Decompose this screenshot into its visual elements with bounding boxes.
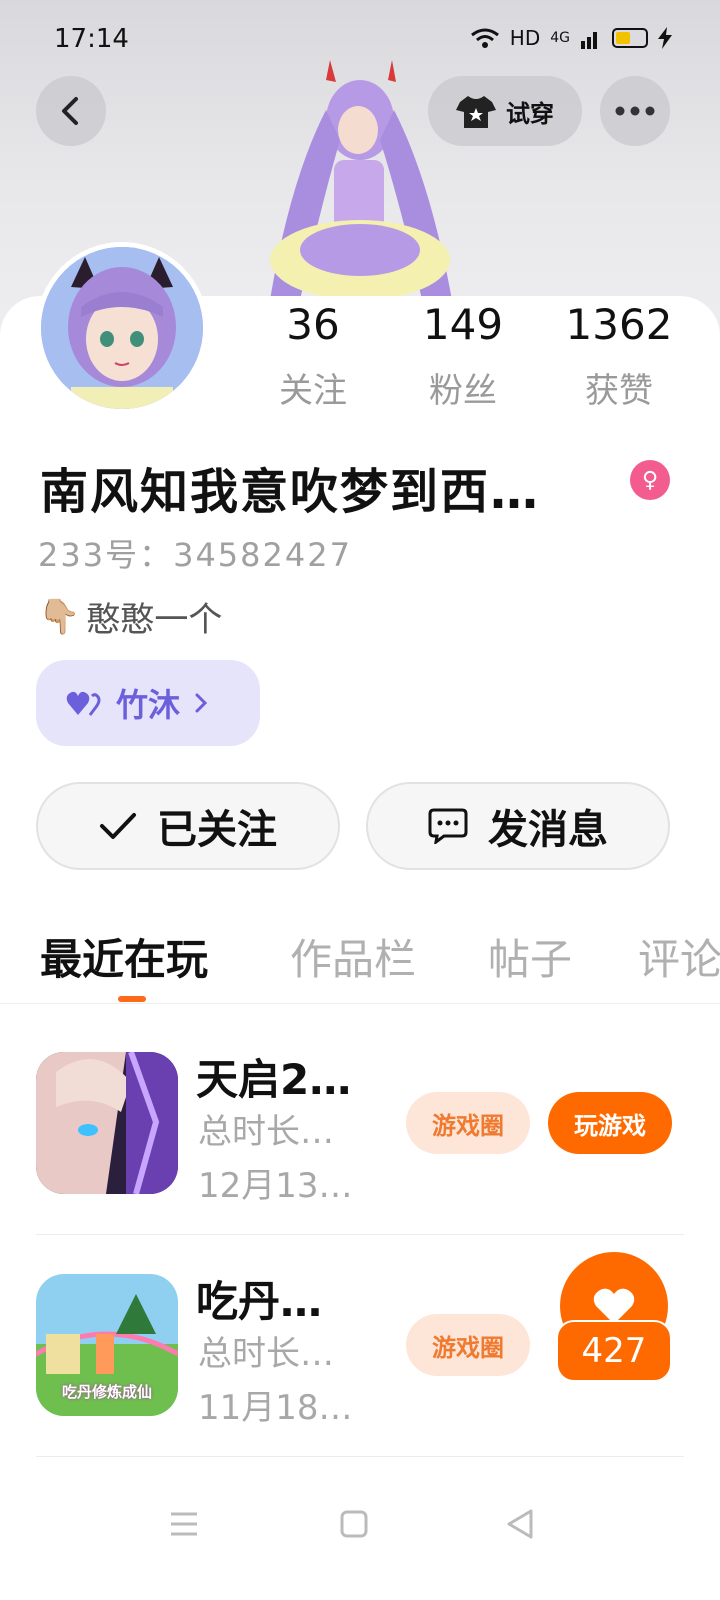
game-thumbnail xyxy=(36,1052,178,1194)
more-options-button[interactable] xyxy=(600,76,670,146)
tab-comments[interactable]: 评论 xyxy=(638,926,720,987)
list-divider xyxy=(36,1456,684,1457)
list-divider xyxy=(36,1234,684,1235)
try-on-button[interactable]: 试穿 xyxy=(428,76,582,146)
game-circle-button[interactable]: 游戏圈 xyxy=(406,1314,530,1376)
signal-label: 4G xyxy=(550,30,570,46)
partner-name: 竹沐 xyxy=(116,686,181,724)
avatar[interactable] xyxy=(36,242,208,414)
play-game-button[interactable]: 玩游戏 xyxy=(548,1092,672,1154)
stat-followers-label: 粉丝 xyxy=(429,371,497,411)
chevron-right-icon xyxy=(195,693,208,713)
avatar-image xyxy=(41,247,203,409)
game-title: 吃丹… xyxy=(196,1277,323,1326)
status-icons: HD 4G xyxy=(470,26,672,50)
more-dots-icon xyxy=(615,106,655,116)
stat-likes[interactable]: 1362 获赞 xyxy=(544,300,694,412)
stat-likes-count: 1362 xyxy=(565,300,673,349)
pointing-down-emoji-icon: 👇🏼 xyxy=(38,596,81,637)
tshirt-icon xyxy=(456,96,496,128)
like-count: 427 xyxy=(556,1320,672,1382)
user-id[interactable]: 233号：34582427 xyxy=(38,530,352,576)
home-nav-icon[interactable] xyxy=(334,1504,374,1544)
game-total-duration: 总时长… xyxy=(198,1334,334,1374)
tab-works[interactable]: 作品栏 xyxy=(290,926,416,987)
back-button[interactable] xyxy=(36,76,106,146)
chevron-left-icon xyxy=(62,97,78,125)
bio-text: 憨憨一个 xyxy=(86,600,223,640)
bio: 👇🏼 憨憨一个 xyxy=(38,592,222,641)
battery-icon xyxy=(612,28,648,48)
game-circle-button[interactable]: 游戏圈 xyxy=(406,1092,530,1154)
profile-username: 南风知我意吹梦到西… xyxy=(40,464,541,520)
stat-following-count: 36 xyxy=(286,300,340,349)
network-label: HD xyxy=(509,26,541,50)
game-total-duration: 总时长… xyxy=(198,1112,334,1152)
game-title: 天启2… xyxy=(196,1055,352,1104)
profile-tabs: 最近在玩 作品栏 帖子 评论 xyxy=(0,920,720,1004)
status-bar: 17:14 HD 4G xyxy=(0,0,720,80)
double-heart-icon xyxy=(66,691,101,716)
send-message-label: 发消息 xyxy=(488,807,608,853)
following-label: 已关注 xyxy=(157,807,277,853)
signal-icon xyxy=(581,32,597,49)
partner-chip[interactable]: 竹沐 xyxy=(36,660,260,746)
try-on-label: 试穿 xyxy=(506,99,554,128)
game-thumbnail-caption: 吃丹修炼成仙 xyxy=(61,1383,152,1401)
following-button[interactable]: 已关注 xyxy=(36,782,340,870)
stat-following[interactable]: 36 关注 xyxy=(238,300,388,412)
tab-recently-played[interactable]: 最近在玩 xyxy=(40,926,208,987)
stat-followers-count: 149 xyxy=(422,300,504,349)
game-list-item[interactable]: 天启2… 总时长… 12月13… 游戏圈 玩游戏 xyxy=(36,1036,684,1256)
back-nav-icon[interactable] xyxy=(500,1504,540,1544)
charging-icon xyxy=(658,27,672,49)
menu-nav-icon[interactable] xyxy=(164,1504,204,1544)
wifi-icon xyxy=(470,28,499,48)
stat-likes-label: 获赞 xyxy=(585,371,653,411)
send-message-button[interactable]: 发消息 xyxy=(366,782,670,870)
status-time: 17:14 xyxy=(54,24,129,54)
game-last-played-date: 12月13… xyxy=(198,1166,353,1206)
chat-bubble-icon xyxy=(428,808,468,844)
female-gender-icon: ♀ xyxy=(630,460,670,500)
active-tab-indicator xyxy=(118,996,146,1002)
stat-followers[interactable]: 149 粉丝 xyxy=(388,300,538,412)
game-thumbnail: 吃丹修炼成仙 xyxy=(36,1274,178,1416)
floating-like-button[interactable]: 427 xyxy=(548,1252,672,1382)
checkmark-icon xyxy=(100,813,136,839)
stat-following-label: 关注 xyxy=(279,371,347,411)
tab-posts[interactable]: 帖子 xyxy=(488,926,572,987)
game-last-played-date: 11月18… xyxy=(198,1388,353,1428)
